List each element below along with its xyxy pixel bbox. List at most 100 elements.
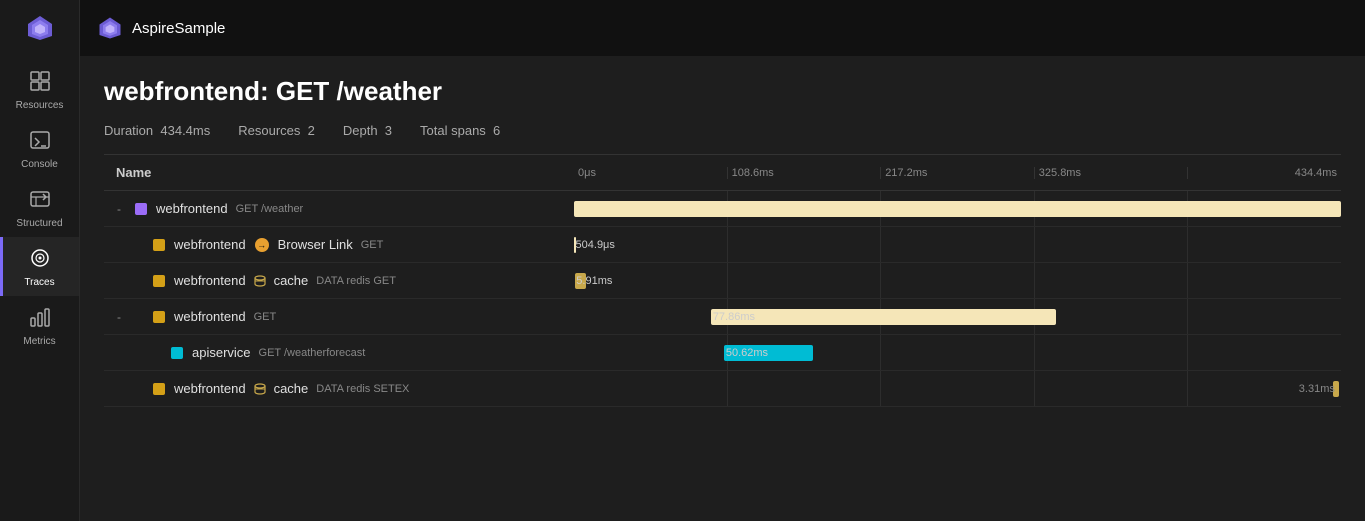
trace-row-row6[interactable]: webfrontend cache DATA redis SETEX 3.31ms <box>104 371 1341 407</box>
cache-label-row6: cache <box>274 381 309 396</box>
service-name-row4: webfrontend <box>174 309 246 324</box>
grid-line-2 <box>880 227 1034 262</box>
grid-line-2 <box>880 263 1034 298</box>
sidebar-item-structured[interactable]: Structured <box>0 178 79 237</box>
content-area: webfrontend: GET /weather Duration 434.4… <box>80 56 1365 521</box>
span-name-col-row2: webfrontend → Browser Link GET <box>104 237 574 252</box>
service-icon-row1 <box>134 202 148 216</box>
page-title: webfrontend: GET /weather <box>104 76 1341 107</box>
grid-line-4 <box>1187 335 1341 370</box>
sidebar-item-console[interactable]: Console <box>0 119 79 178</box>
grid-line-2 <box>880 371 1034 406</box>
span-operation-row1: GET /weather <box>236 203 304 215</box>
grid-line-2 <box>880 335 1034 370</box>
console-icon <box>29 129 51 155</box>
grid-line-3 <box>1034 227 1188 262</box>
grid-line-1 <box>727 371 881 406</box>
expand-btn-row4[interactable]: - <box>112 310 126 324</box>
span-operation-row2: GET <box>361 239 384 251</box>
cache-label-row3: cache <box>274 273 309 288</box>
meta-total-spans: Total spans 6 <box>420 123 500 138</box>
tick-2: 217.2ms <box>880 167 1034 179</box>
span-inline-label-row2: 504.9μs <box>576 239 615 251</box>
structured-icon <box>29 188 51 214</box>
grid-line-3 <box>1034 263 1188 298</box>
aspire-logo-icon <box>24 12 56 44</box>
sidebar-label-metrics: Metrics <box>23 336 55 347</box>
trace-table: Name 0μs 108.6ms 217.2ms 325.8ms <box>104 154 1341 521</box>
db-icon-row6 <box>253 381 267 397</box>
span-inline-label-row3: 5.91ms <box>576 275 612 287</box>
db-icon-row3 <box>253 273 267 289</box>
trace-body: -webfrontendGET /weatherwebfrontend→Brow… <box>104 191 1341 521</box>
meta-duration: Duration 434.4ms <box>104 123 210 138</box>
sidebar-label-console: Console <box>21 159 58 170</box>
header-logo-icon <box>96 14 124 42</box>
span-inline-label-row4: 77.86ms <box>713 311 755 323</box>
span-timeline-col-row5: 50.62ms <box>574 335 1341 370</box>
span-operation-row5: GET /weatherforecast <box>259 347 366 359</box>
span-operation-row6: DATA redis SETEX <box>316 383 409 395</box>
metrics-icon <box>29 306 51 332</box>
app-header: AspireSample <box>80 0 1365 56</box>
span-inline-label-row5: 50.62ms <box>726 347 768 359</box>
meta-depth: Depth 3 <box>343 123 392 138</box>
tick-0: 0μs <box>574 167 727 179</box>
span-inline-label-row6: 3.31ms <box>1299 383 1335 395</box>
service-icon-row6 <box>152 382 166 396</box>
service-icon-row5 <box>170 346 184 360</box>
trace-row-row3[interactable]: webfrontend cache DATA redis GET 5.91ms <box>104 263 1341 299</box>
span-name-col-row1: -webfrontendGET /weather <box>104 201 574 216</box>
main-content: AspireSample webfrontend: GET /weather D… <box>80 0 1365 521</box>
service-name-row2: webfrontend <box>174 237 246 252</box>
browser-link-label-row2: Browser Link <box>278 237 353 252</box>
sidebar: Resources Console Structu <box>0 0 80 521</box>
timeline-grid-row5 <box>574 335 1341 370</box>
col-timeline-header: 0μs 108.6ms 217.2ms 325.8ms 434.4ms <box>574 167 1341 179</box>
span-name-col-row4: -webfrontendGET <box>104 309 574 324</box>
depth-value: 3 <box>385 123 392 138</box>
sidebar-item-resources[interactable]: Resources <box>0 60 79 119</box>
span-name-col-row3: webfrontend cache DATA redis GET <box>104 273 574 289</box>
grid-line-0 <box>574 371 727 406</box>
grid-line-3 <box>1034 371 1188 406</box>
grid-line-3 <box>1034 335 1188 370</box>
trace-row-row5[interactable]: apiserviceGET /weatherforecast50.62ms <box>104 335 1341 371</box>
span-separator-row2: → <box>253 238 271 252</box>
service-icon-row3 <box>152 274 166 288</box>
duration-label: Duration <box>104 123 153 138</box>
span-name-col-row6: webfrontend cache DATA redis SETEX <box>104 381 574 397</box>
app-logo-section <box>0 0 80 56</box>
grid-line-4 <box>1187 227 1341 262</box>
service-name-row3: webfrontend <box>174 273 246 288</box>
meta-resources: Resources 2 <box>238 123 315 138</box>
trace-row-row4[interactable]: -webfrontendGET77.86ms <box>104 299 1341 335</box>
timeline-grid-row6 <box>574 371 1341 406</box>
sidebar-label-traces: Traces <box>24 277 54 288</box>
span-timeline-col-row6: 3.31ms <box>574 371 1341 406</box>
grid-line-4 <box>1187 263 1341 298</box>
grid-line-3 <box>1034 299 1188 334</box>
resources-label: Resources <box>238 123 300 138</box>
header-app-name: AspireSample <box>132 20 225 37</box>
sidebar-item-traces[interactable]: Traces <box>0 237 79 296</box>
trace-row-row2[interactable]: webfrontend → Browser Link GET 504.9μs <box>104 227 1341 263</box>
trace-header-row: Name 0μs 108.6ms 217.2ms 325.8ms <box>104 155 1341 191</box>
resources-icon <box>29 70 51 96</box>
span-operation-row3: DATA redis GET <box>316 275 396 287</box>
resources-value: 2 <box>308 123 315 138</box>
sidebar-label-resources: Resources <box>16 100 64 111</box>
expand-btn-row1[interactable]: - <box>112 202 126 216</box>
tick-4: 434.4ms <box>1187 167 1341 179</box>
sidebar-item-metrics[interactable]: Metrics <box>0 296 79 355</box>
grid-line-4 <box>1187 299 1341 334</box>
service-name-row6: webfrontend <box>174 381 246 396</box>
span-timeline-col-row3: 5.91ms <box>574 263 1341 298</box>
grid-line-1 <box>727 227 881 262</box>
meta-bar: Duration 434.4ms Resources 2 Depth 3 Tot… <box>104 123 1341 138</box>
service-icon-row2 <box>152 238 166 252</box>
service-icon-row4 <box>152 310 166 324</box>
trace-row-row1[interactable]: -webfrontendGET /weather <box>104 191 1341 227</box>
sidebar-nav: Resources Console Structu <box>0 60 79 355</box>
timeline-grid-row3 <box>574 263 1341 298</box>
